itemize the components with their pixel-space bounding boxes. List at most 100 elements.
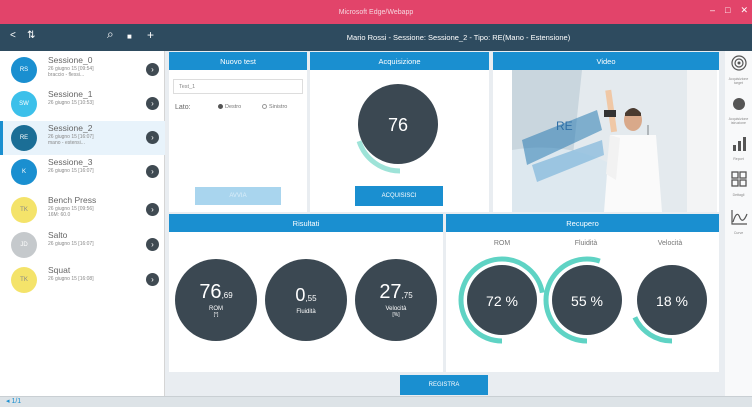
- page-indicator: ◂ 1/1: [6, 398, 22, 405]
- avatar: SW: [11, 91, 37, 117]
- radio-unchecked-icon: [262, 104, 267, 110]
- lato-label: Lato:: [175, 104, 191, 111]
- session-date: 26 giugno 15 [16:07]: [48, 241, 128, 247]
- session-item[interactable]: TK Squat 26 giugno 15 [16:08] ›: [0, 263, 165, 297]
- recupero-fluidita-label: Fluidità: [574, 240, 598, 247]
- session-name: Salto: [48, 230, 68, 240]
- report-button[interactable]: Report: [725, 137, 752, 161]
- delete-icon[interactable]: ■: [127, 32, 132, 41]
- session-date: 26 giugno 15 [09:56] 16M: 60.0: [48, 206, 128, 218]
- radio-destro[interactable]: Destro: [218, 104, 241, 110]
- chevron-right-icon[interactable]: ›: [146, 273, 159, 286]
- window-controls: – □ ✕: [710, 4, 748, 16]
- session-name: Sessione_1: [48, 89, 93, 99]
- grid-icon: [730, 171, 747, 187]
- chevron-right-icon[interactable]: ›: [146, 131, 159, 144]
- sidebar-header: < ⇅ ⌕ ■ +: [0, 24, 165, 51]
- acquisition-gauge: 76: [354, 82, 446, 174]
- session-item[interactable]: K Sessione_3 26 giugno 15 [16:07] ›: [0, 155, 165, 189]
- main-header: Mario Rossi - Sessione: Sessione_2 - Tip…: [165, 24, 752, 51]
- video-header: Video: [493, 52, 719, 70]
- target-icon: [730, 55, 747, 71]
- recupero-header: Recupero: [446, 214, 719, 232]
- video-feed[interactable]: RE: [512, 70, 717, 212]
- radio-destro-label: Destro: [225, 104, 242, 110]
- session-item[interactable]: RS Sessione_0 26 giugno 15 [09:54] bracci…: [0, 53, 165, 87]
- result-rom: 76,69 ROM [°]: [175, 259, 257, 341]
- result-velocita: 27,75 Velocità [%]: [355, 259, 437, 341]
- acquisizione-target-button[interactable]: Acquisizione target: [725, 55, 752, 85]
- acquisisci-button[interactable]: ACQUISISCI: [355, 186, 443, 206]
- recupero-fluidita-value: 55 %: [571, 293, 603, 309]
- avatar: K: [11, 159, 37, 185]
- recupero-velocita-label: Velocità: [657, 240, 683, 247]
- session-date: 26 giugno 15 [10:53]: [48, 100, 128, 106]
- session-note: 16M: 60.0: [48, 212, 71, 218]
- session-date: 26 giugno 15 [16:07] mano - estensi...: [48, 134, 128, 146]
- session-name: Sessione_3: [48, 157, 93, 167]
- session-date-text: 26 giugno 15 [10:53]: [48, 100, 94, 106]
- session-item[interactable]: TK Bench Press 26 giugno 15 [09:56] 16M: …: [0, 193, 165, 227]
- avatar: TK: [11, 267, 37, 293]
- session-list: RS Sessione_0 26 giugno 15 [09:54] bracci…: [0, 51, 165, 396]
- test-name-field[interactable]: Test_1: [173, 79, 303, 94]
- session-date: 26 giugno 15 [09:54] braccio - flessi...: [48, 66, 128, 78]
- chevron-right-icon[interactable]: ›: [146, 203, 159, 216]
- back-arrow-icon[interactable]: <: [10, 30, 16, 41]
- result-rom-unit: [°]: [213, 312, 219, 318]
- result-rom-int: 76: [199, 281, 222, 303]
- search-icon[interactable]: ⌕: [107, 27, 114, 42]
- result-fluidita-dec: ,55: [305, 294, 317, 303]
- title-bar: Microsoft Edge/Webapp – □ ✕: [0, 0, 752, 24]
- result-fluidita-int: 0: [295, 285, 306, 305]
- radio-checked-icon: [218, 104, 223, 110]
- result-velocita-value: 27,75: [379, 282, 412, 306]
- session-date-text: 26 giugno 15 [16:07]: [48, 168, 94, 174]
- video-wall-text: RE: [556, 119, 573, 133]
- nuovo-test-header: Nuovo test: [169, 52, 307, 70]
- close-button[interactable]: ✕: [740, 4, 748, 16]
- session-note: braccio - flessi...: [48, 72, 85, 78]
- chevron-right-icon[interactable]: ›: [146, 165, 159, 178]
- status-bar: ◂ 1/1: [0, 396, 752, 407]
- recupero-rom-value: 72 %: [486, 293, 518, 309]
- result-fluidita: 0,55 Fluidità: [265, 259, 347, 341]
- acquisizione-header: Acquisizione: [310, 52, 489, 70]
- radio-sinistro[interactable]: Sinistro: [262, 104, 287, 110]
- record-icon: [732, 98, 745, 110]
- result-rom-dec: ,69: [221, 291, 233, 300]
- chevron-right-icon[interactable]: ›: [146, 63, 159, 76]
- result-fluidita-value: 0,55: [295, 285, 316, 309]
- bar-chart-icon: [732, 137, 746, 151]
- result-fluidita-label: Fluidità: [296, 309, 316, 315]
- dettagli-button[interactable]: Dettagli: [725, 171, 752, 197]
- minimize-button[interactable]: –: [710, 4, 715, 16]
- chevron-right-icon[interactable]: ›: [146, 238, 159, 251]
- recupero-fluidita-gauge: 55 %: [543, 256, 631, 344]
- session-name: Bench Press: [48, 195, 97, 205]
- toolbar-label: Dettagli: [732, 193, 745, 197]
- session-item-selected[interactable]: RE Sessione_2 26 giugno 15 [16:07] mano -…: [0, 121, 165, 155]
- add-icon[interactable]: +: [147, 28, 154, 42]
- nuovo-test-title: Nuovo test: [220, 56, 256, 66]
- session-name: Sessione_0: [48, 55, 93, 65]
- sort-icon[interactable]: ⇅: [27, 30, 35, 41]
- curve-button[interactable]: Curve: [725, 209, 752, 235]
- acquisizione-istruzione-button[interactable]: Acquisizione istruzione: [725, 97, 752, 125]
- chevron-right-icon[interactable]: ›: [146, 97, 159, 110]
- video-title: Video: [596, 56, 616, 66]
- toolbar-label: Curve: [733, 231, 744, 235]
- session-item[interactable]: SW Sessione_1 26 giugno 15 [10:53] ›: [0, 87, 165, 121]
- avatar: JD: [11, 232, 37, 258]
- toolbar-label: Report: [733, 157, 744, 161]
- recupero-gauges: 72 % 55 % 18 %: [458, 256, 716, 344]
- acquisizione-title: Acquisizione: [378, 56, 421, 66]
- avvia-button[interactable]: AVVIA: [195, 187, 281, 205]
- page-title: Mario Rossi - Sessione: Sessione_2 - Tip…: [346, 33, 571, 42]
- maximize-button[interactable]: □: [725, 4, 730, 16]
- registra-button[interactable]: REGISTRA: [400, 375, 488, 395]
- session-date-text: 26 giugno 15 [16:07]: [48, 241, 94, 247]
- video-frame: RE: [512, 70, 717, 212]
- risultati-header: Risultati: [169, 214, 443, 232]
- session-item[interactable]: JD Salto 26 giugno 15 [16:07] ›: [0, 228, 165, 262]
